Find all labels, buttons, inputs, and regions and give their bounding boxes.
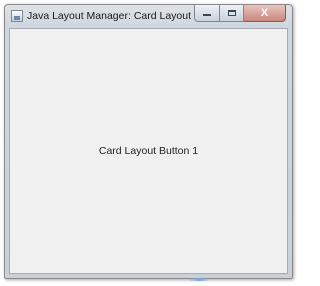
card-layout-button-1[interactable]: Card Layout Button 1 xyxy=(10,29,287,273)
minimize-icon xyxy=(203,14,211,16)
taskbar-highlight xyxy=(188,278,210,281)
close-icon: X xyxy=(260,6,269,19)
minimize-button[interactable] xyxy=(194,5,220,22)
window-controls: X xyxy=(194,5,286,23)
title-bar[interactable]: Java Layout Manager: Card Layout X xyxy=(5,5,292,28)
card-layout-panel: Card Layout Button 1 xyxy=(9,28,288,274)
maximize-icon xyxy=(227,10,236,16)
close-button[interactable]: X xyxy=(244,5,286,22)
maximize-button[interactable] xyxy=(220,5,244,22)
app-window: Java Layout Manager: Card Layout X Card … xyxy=(4,4,293,279)
window-title: Java Layout Manager: Card Layout xyxy=(27,10,192,22)
java-app-icon[interactable] xyxy=(11,10,23,22)
